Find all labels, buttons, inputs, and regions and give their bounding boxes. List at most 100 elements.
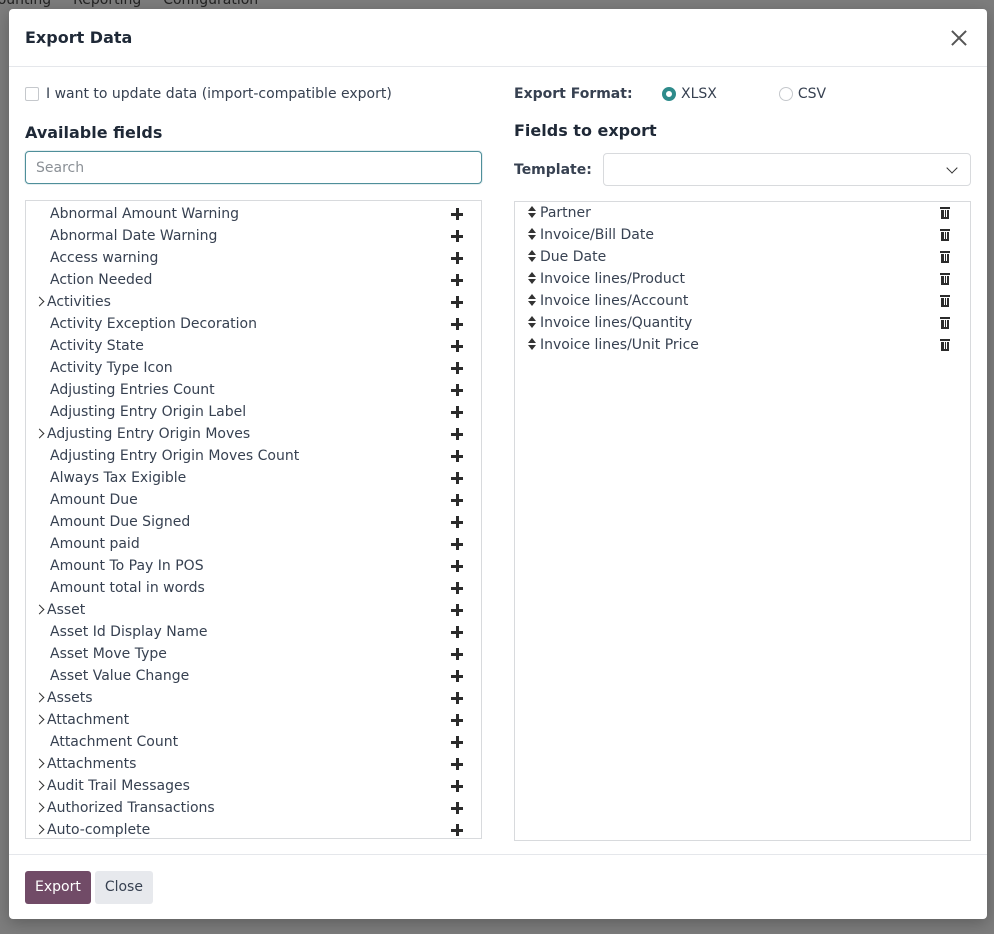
field-row[interactable]: Activity Exception Decoration (26, 313, 481, 335)
field-row[interactable]: Asset Id Display Name (26, 621, 481, 643)
field-row[interactable]: Attachments (26, 753, 481, 775)
field-label: Asset Move Type (50, 646, 167, 662)
chevron-right-icon[interactable] (36, 797, 47, 819)
field-row[interactable]: Asset Move Type (26, 643, 481, 665)
plus-icon[interactable] (451, 274, 463, 286)
plus-icon[interactable] (451, 670, 463, 682)
export-field-row[interactable]: Invoice lines/Unit Price (515, 334, 970, 356)
field-row[interactable]: Abnormal Amount Warning (26, 203, 481, 225)
field-row[interactable]: Amount Due Signed (26, 511, 481, 533)
plus-icon[interactable] (451, 472, 463, 484)
trash-icon[interactable] (940, 295, 950, 307)
close-button[interactable]: Close (94, 870, 153, 904)
import-compatible-checkbox[interactable] (25, 87, 39, 101)
csv-radio[interactable] (778, 87, 793, 101)
field-row[interactable]: Audit Trail Messages (26, 775, 481, 797)
plus-icon[interactable] (451, 318, 463, 330)
plus-icon[interactable] (451, 714, 463, 726)
chevron-right-icon[interactable] (36, 753, 47, 775)
field-row[interactable]: Adjusting Entry Origin Moves Count (26, 445, 481, 467)
field-row[interactable]: Amount total in words (26, 577, 481, 599)
plus-icon[interactable] (451, 604, 463, 616)
field-row[interactable]: Activity State (26, 335, 481, 357)
field-row[interactable]: Always Tax Exigible (26, 467, 481, 489)
export-field-row[interactable]: Invoice lines/Quantity (515, 312, 970, 334)
plus-icon[interactable] (451, 758, 463, 770)
plus-icon[interactable] (451, 802, 463, 814)
sort-handle-icon[interactable] (527, 338, 537, 352)
field-row[interactable]: Asset Value Change (26, 665, 481, 687)
export-field-row[interactable]: Partner (515, 202, 970, 224)
plus-icon[interactable] (451, 252, 463, 264)
plus-icon[interactable] (451, 384, 463, 396)
field-row[interactable]: Activities (26, 291, 481, 313)
chevron-right-icon[interactable] (36, 775, 47, 797)
chevron-right-icon[interactable] (36, 819, 47, 838)
export-field-row[interactable]: Due Date (515, 246, 970, 268)
trash-icon[interactable] (940, 251, 950, 263)
plus-icon[interactable] (451, 428, 463, 440)
plus-icon[interactable] (451, 230, 463, 242)
template-select[interactable] (603, 153, 971, 186)
field-row[interactable]: Amount Due (26, 489, 481, 511)
plus-icon[interactable] (451, 538, 463, 550)
plus-icon[interactable] (451, 362, 463, 374)
chevron-right-icon[interactable] (36, 291, 47, 313)
plus-icon[interactable] (451, 494, 463, 506)
plus-icon[interactable] (451, 736, 463, 748)
chevron-right-icon[interactable] (36, 709, 47, 731)
chevron-right-icon[interactable] (36, 423, 47, 445)
field-row[interactable]: Assets (26, 687, 481, 709)
export-field-row[interactable]: Invoice lines/Account (515, 290, 970, 312)
field-row[interactable]: Access warning (26, 247, 481, 269)
format-option-xlsx[interactable]: XLSX (662, 86, 717, 102)
plus-icon[interactable] (451, 824, 463, 836)
field-row[interactable]: Attachment (26, 709, 481, 731)
chevron-right-icon[interactable] (36, 687, 47, 709)
field-row[interactable]: Adjusting Entry Origin Label (26, 401, 481, 423)
plus-icon[interactable] (451, 780, 463, 792)
format-option-csv[interactable]: CSV (778, 86, 826, 102)
trash-icon[interactable] (940, 229, 950, 241)
sort-handle-icon[interactable] (527, 294, 537, 308)
plus-icon[interactable] (451, 648, 463, 660)
export-field-row[interactable]: Invoice/Bill Date (515, 224, 970, 246)
field-row[interactable]: Activity Type Icon (26, 357, 481, 379)
import-compatible-option[interactable]: I want to update data (import-compatible… (25, 79, 482, 109)
field-row[interactable]: Attachment Count (26, 731, 481, 753)
trash-icon[interactable] (940, 273, 950, 285)
field-row[interactable]: Amount To Pay In POS (26, 555, 481, 577)
field-row[interactable]: Asset (26, 599, 481, 621)
field-row[interactable]: Abnormal Date Warning (26, 225, 481, 247)
sort-handle-icon[interactable] (527, 316, 537, 330)
sort-handle-icon[interactable] (527, 250, 537, 264)
trash-icon[interactable] (940, 207, 950, 219)
field-row[interactable]: Adjusting Entry Origin Moves (26, 423, 481, 445)
plus-icon[interactable] (451, 340, 463, 352)
trash-icon[interactable] (940, 339, 950, 351)
field-row[interactable]: Action Needed (26, 269, 481, 291)
trash-icon[interactable] (940, 317, 950, 329)
field-row[interactable]: Adjusting Entries Count (26, 379, 481, 401)
export-button[interactable]: Export (25, 870, 91, 904)
search-input[interactable] (25, 151, 482, 184)
xlsx-radio[interactable] (662, 87, 676, 101)
plus-icon[interactable] (451, 582, 463, 594)
plus-icon[interactable] (451, 516, 463, 528)
field-row[interactable]: Authorized Transactions (26, 797, 481, 819)
field-row[interactable]: Amount paid (26, 533, 481, 555)
field-row[interactable]: Auto-complete (26, 819, 481, 838)
export-field-row[interactable]: Invoice lines/Product (515, 268, 970, 290)
close-icon[interactable] (947, 26, 971, 50)
plus-icon[interactable] (451, 450, 463, 462)
sort-handle-icon[interactable] (527, 272, 537, 286)
sort-handle-icon[interactable] (527, 228, 537, 242)
plus-icon[interactable] (451, 560, 463, 572)
plus-icon[interactable] (451, 626, 463, 638)
plus-icon[interactable] (451, 296, 463, 308)
chevron-right-icon[interactable] (36, 599, 47, 621)
sort-handle-icon[interactable] (527, 206, 537, 220)
plus-icon[interactable] (451, 406, 463, 418)
plus-icon[interactable] (451, 692, 463, 704)
plus-icon[interactable] (451, 208, 463, 220)
